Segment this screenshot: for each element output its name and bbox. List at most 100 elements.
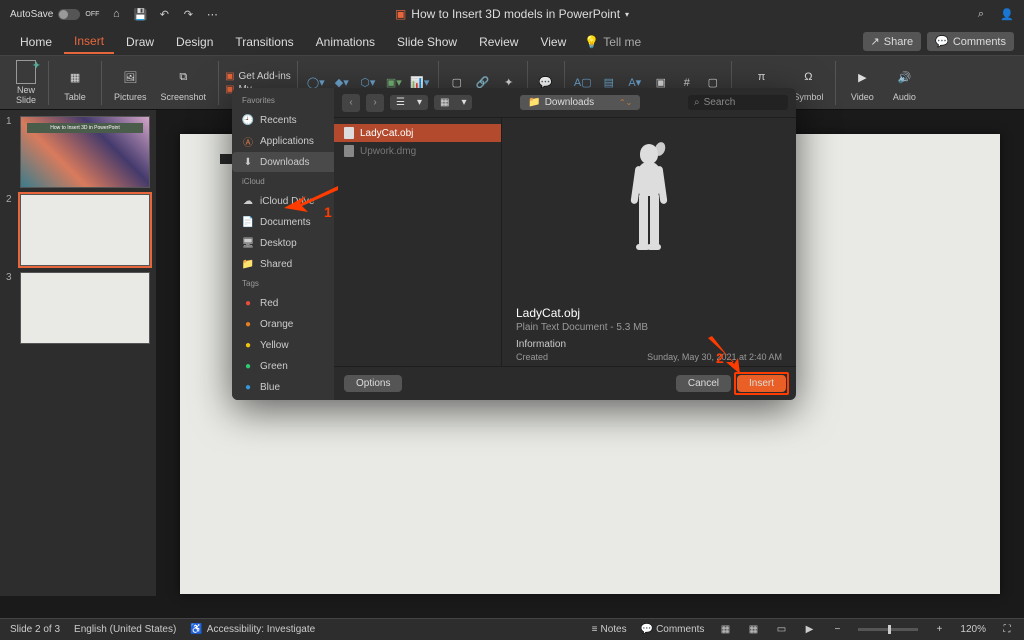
redo-icon[interactable]: ↷ <box>181 7 195 21</box>
preview-type: Plain Text Document - 5.3 MB <box>516 322 782 333</box>
view-icons[interactable]: ▦▾ <box>434 95 472 110</box>
slide-thumb-1[interactable]: 1 How to Insert 3D in PowerPoint <box>6 116 150 188</box>
pictures-button[interactable]: 🖼 Pictures <box>108 63 153 102</box>
zoom-in-icon[interactable]: + <box>932 623 946 637</box>
accessibility-indicator[interactable]: ♿Accessibility: Investigate <box>190 624 315 635</box>
chevron-down-icon: ▾ <box>411 95 428 110</box>
slide-indicator[interactable]: Slide 2 of 3 <box>10 624 60 635</box>
file-icon <box>344 127 354 139</box>
sidebar-tag-blue[interactable]: ●Blue <box>232 377 334 397</box>
zoom-value[interactable]: 120% <box>960 624 986 635</box>
slideshow-view-icon[interactable]: ▶ <box>802 623 816 637</box>
tab-draw[interactable]: Draw <box>116 31 164 53</box>
title-bar: AutoSave OFF ⌂ 💾 ↶ ↷ ⋯ ▣ How to Insert 3… <box>0 0 1024 28</box>
share-person-icon[interactable]: 👤 <box>1000 7 1014 21</box>
share-button[interactable]: ↗ Share <box>863 32 922 51</box>
options-button[interactable]: Options <box>344 375 402 392</box>
slide-thumb-2[interactable]: 2 <box>6 194 150 266</box>
ribbon-tab-row: Home Insert Draw Design Transitions Anim… <box>0 28 1024 56</box>
sidebar-documents[interactable]: 📄Documents <box>232 212 334 232</box>
new-slide-icon: ✦ <box>16 60 36 84</box>
sidebar-icloud-drive[interactable]: ☁iCloud Drive <box>232 191 334 211</box>
language-indicator[interactable]: English (United States) <box>74 624 176 635</box>
normal-view-icon[interactable]: ▦ <box>718 623 732 637</box>
save-icon[interactable]: 💾 <box>133 7 147 21</box>
reading-view-icon[interactable]: ▭ <box>774 623 788 637</box>
status-bar: Slide 2 of 3 English (United States) ♿Ac… <box>0 618 1024 640</box>
preview-pane: LadyCat.obj Plain Text Document - 5.3 MB… <box>502 118 796 366</box>
sidebar-downloads[interactable]: ⬇Downloads <box>232 152 334 172</box>
cloud-icon: ☁ <box>242 195 254 207</box>
slide-thumb-3[interactable]: 3 <box>6 272 150 344</box>
notes-button[interactable]: ≡Notes <box>592 624 627 635</box>
sidebar-applications[interactable]: ⒶApplications <box>232 131 334 151</box>
file-list[interactable]: LadyCat.obj Upwork.dmg <box>334 118 502 366</box>
sidebar-shared[interactable]: 📁Shared <box>232 254 334 274</box>
autosave-toggle[interactable]: AutoSave OFF <box>10 9 99 20</box>
view-columns[interactable]: ☰▾ <box>390 95 428 110</box>
toggle-off-icon[interactable] <box>58 9 80 20</box>
dialog-footer: Options Cancel Insert <box>334 366 796 400</box>
clock-icon: 🕘 <box>242 114 254 126</box>
autosave-label: AutoSave <box>10 9 53 20</box>
sidebar-recents[interactable]: 🕘Recents <box>232 110 334 130</box>
screenshot-button[interactable]: ⧉ Screenshot <box>155 63 213 102</box>
comment-icon: 💬 <box>641 624 653 635</box>
search-input[interactable]: ⌕Search <box>688 95 788 110</box>
created-label: Created <box>516 352 548 362</box>
zoom-slider[interactable] <box>858 628 918 631</box>
insert-button[interactable]: Insert <box>737 375 786 392</box>
created-value: Sunday, May 30, 2021 at 2:40 AM <box>647 352 782 362</box>
search-icon[interactable]: ⌕ <box>974 7 988 21</box>
new-slide-button[interactable]: ✦ New Slide <box>10 60 42 105</box>
sidebar-tag-red[interactable]: ●Red <box>232 293 334 313</box>
file-item-ladycat[interactable]: LadyCat.obj <box>334 124 501 142</box>
zoom-out-icon[interactable]: − <box>830 623 844 637</box>
chevron-down-icon[interactable]: ▾ <box>625 10 629 19</box>
audio-button[interactable]: 🔊 Audio <box>884 63 924 102</box>
undo-icon[interactable]: ↶ <box>157 7 171 21</box>
fit-window-icon[interactable]: ⛶ <box>1000 623 1014 637</box>
home-icon[interactable]: ⌂ <box>109 7 123 21</box>
comments-button[interactable]: 💬 Comments <box>927 32 1014 51</box>
tab-slideshow[interactable]: Slide Show <box>387 31 467 53</box>
file-item-upwork[interactable]: Upwork.dmg <box>334 142 501 160</box>
video-icon: ▶ <box>848 63 876 91</box>
tell-me[interactable]: 💡Tell me <box>584 35 641 49</box>
nav-back-button[interactable]: ‹ <box>342 94 360 112</box>
doc-title: ▣ How to Insert 3D models in PowerPoint … <box>395 7 629 21</box>
nav-fwd-button[interactable]: › <box>366 94 384 112</box>
video-button[interactable]: ▶ Video <box>842 63 882 102</box>
dialog-toolbar: ‹ › ☰▾ ▦▾ 📁Downloads ⌃⌄ ⌕Search <box>334 88 796 118</box>
get-addins-button[interactable]: ▣Get Add-ins <box>225 71 291 82</box>
tab-animations[interactable]: Animations <box>306 31 385 53</box>
slide-panel[interactable]: 1 How to Insert 3D in PowerPoint 2 3 <box>0 110 156 596</box>
annotation-label-2: 2 <box>716 350 724 366</box>
tab-review[interactable]: Review <box>469 31 528 53</box>
comments-toggle[interactable]: 💬Comments <box>641 624 705 635</box>
tab-transitions[interactable]: Transitions <box>225 31 303 53</box>
more-icon[interactable]: ⋯ <box>205 7 219 21</box>
shared-icon: 📁 <box>242 258 254 270</box>
columns-icon: ☰ <box>390 95 411 110</box>
table-button[interactable]: ▦ Table <box>55 63 95 102</box>
pictures-icon: 🖼 <box>116 63 144 91</box>
cancel-button[interactable]: Cancel <box>676 375 731 392</box>
desktop-icon: 🖥 <box>242 237 254 249</box>
sidebar-tag-purple[interactable]: ●Purple <box>232 398 334 400</box>
sidebar-tag-yellow[interactable]: ●Yellow <box>232 335 334 355</box>
tab-insert[interactable]: Insert <box>64 30 114 54</box>
file-icon <box>344 145 354 157</box>
screenshot-icon: ⧉ <box>169 63 197 91</box>
sidebar-tag-orange[interactable]: ●Orange <box>232 314 334 334</box>
location-dropdown[interactable]: 📁Downloads ⌃⌄ <box>520 95 640 110</box>
tab-view[interactable]: View <box>530 31 576 53</box>
sidebar-tag-green[interactable]: ●Green <box>232 356 334 376</box>
sorter-view-icon[interactable]: ▦ <box>746 623 760 637</box>
sidebar-desktop[interactable]: 🖥Desktop <box>232 233 334 253</box>
tab-home[interactable]: Home <box>10 31 62 53</box>
file-dialog: Favorites 🕘Recents ⒶApplications ⬇Downlo… <box>232 88 796 400</box>
preview-info-header: Information <box>516 339 782 350</box>
chevron-down-icon: ▾ <box>455 95 472 110</box>
tab-design[interactable]: Design <box>166 31 223 53</box>
